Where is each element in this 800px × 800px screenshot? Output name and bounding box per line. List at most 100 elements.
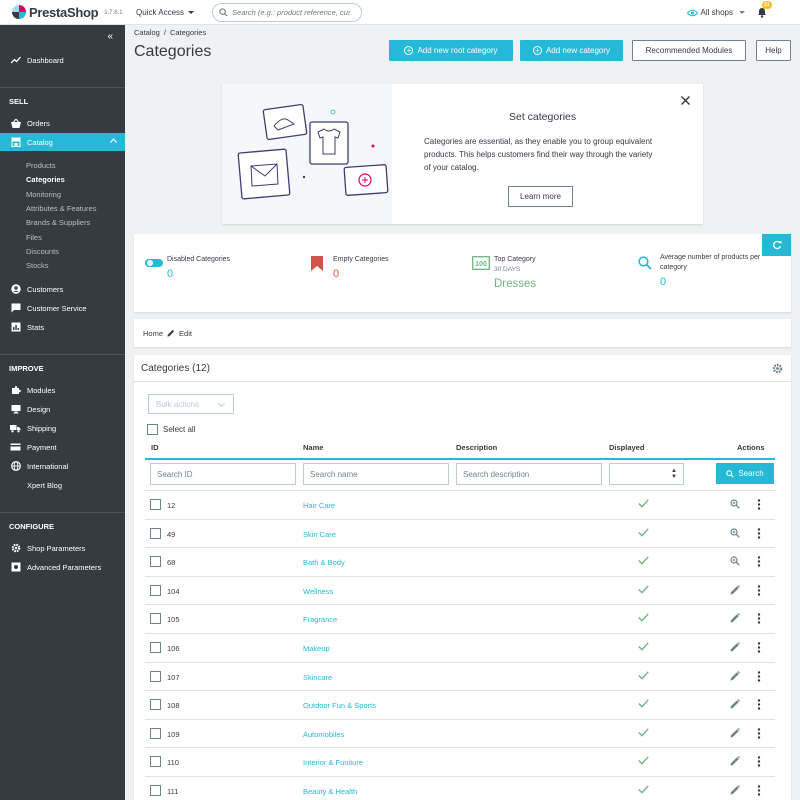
table-row[interactable]: 49 Skin Care (145, 518, 775, 548)
category-name-link[interactable]: Outdoor Fun & Sports (303, 701, 376, 710)
row-checkbox[interactable] (150, 756, 161, 768)
add-root-category-button[interactable]: + Add new root category (389, 40, 513, 61)
filter-name-input[interactable] (303, 463, 449, 485)
row-checkbox[interactable] (150, 670, 161, 682)
check-icon[interactable] (638, 728, 649, 737)
crumb-home[interactable]: Home (143, 329, 163, 338)
table-row[interactable]: 68 Bath & Body (145, 547, 775, 576)
category-name-link[interactable]: Wellness (303, 587, 333, 596)
zoom-in-icon[interactable] (730, 527, 740, 538)
zoom-in-icon[interactable] (730, 499, 740, 509)
shop-selector[interactable]: All shops (686, 8, 745, 17)
table-row[interactable]: 109 Automobiles (145, 718, 775, 748)
sidebar-item-stats[interactable]: Stats (0, 318, 125, 336)
sidebar-item-catalog[interactable]: Catalog (0, 133, 125, 151)
category-name-link[interactable]: Skincare (303, 673, 332, 682)
check-icon[interactable] (638, 785, 649, 794)
table-row[interactable]: 108 Outdoor Fun & Sports (145, 690, 775, 719)
sidebar-sub-monitoring[interactable]: Monitoring (26, 190, 61, 199)
sidebar-item-xpert-blog[interactable]: Xpert Blog (0, 476, 125, 494)
edit-pencil-icon[interactable] (730, 785, 740, 795)
select-all[interactable]: Select all (147, 424, 195, 435)
check-icon[interactable] (638, 585, 649, 594)
more-vert-icon[interactable] (757, 670, 761, 682)
sidebar-sub-attributes[interactable]: Attributes & Features (26, 204, 96, 213)
global-search[interactable] (212, 2, 363, 22)
crumb-edit[interactable]: Edit (179, 329, 192, 338)
edit-pencil-icon[interactable] (730, 699, 740, 709)
edit-pencil-icon[interactable] (730, 670, 740, 681)
recommended-modules-button[interactable]: Recommended Modules (632, 40, 746, 61)
sidebar-item-orders[interactable]: Orders (0, 114, 125, 132)
column-header-name[interactable]: Name (303, 443, 323, 452)
table-row[interactable]: 12 Hair Care (145, 490, 775, 519)
edit-pencil-icon[interactable] (730, 642, 740, 652)
more-vert-icon[interactable] (757, 527, 761, 539)
filter-id-input[interactable] (150, 463, 296, 485)
sidebar-sub-products[interactable]: Products (26, 161, 56, 170)
more-vert-icon[interactable] (757, 728, 761, 739)
brand-logo[interactable]: PrestaShop 1.7.6.1 (12, 5, 126, 20)
check-icon[interactable] (638, 756, 649, 766)
table-row[interactable]: 110 Interior & Funiture (145, 747, 775, 776)
category-name-link[interactable]: Makeup (303, 644, 330, 653)
check-icon[interactable] (638, 556, 649, 565)
more-vert-icon[interactable] (757, 785, 761, 796)
row-checkbox[interactable] (150, 642, 161, 653)
table-row[interactable]: 105 Fragrance (145, 604, 775, 633)
global-search-input[interactable] (232, 7, 351, 17)
gear-icon[interactable] (772, 363, 783, 374)
collapse-sidebar-icon[interactable]: « (107, 31, 113, 42)
filter-description-input[interactable] (456, 463, 602, 485)
sidebar-item-international[interactable]: International (0, 457, 125, 475)
more-vert-icon[interactable] (757, 499, 761, 510)
more-vert-icon[interactable] (757, 556, 761, 567)
add-category-button[interactable]: + Add new category (520, 40, 623, 61)
sidebar-item-payment[interactable]: Payment (0, 438, 125, 456)
more-vert-icon[interactable] (757, 642, 761, 653)
sidebar-item-dashboard[interactable]: Dashboard (0, 51, 125, 69)
table-row[interactable]: 106 Makeup (145, 633, 775, 662)
row-checkbox[interactable] (150, 556, 161, 568)
zoom-in-icon[interactable] (730, 556, 740, 566)
column-header-description[interactable]: Description (456, 443, 497, 452)
more-vert-icon[interactable] (757, 585, 761, 596)
sidebar-item-shop-parameters[interactable]: Shop Parameters (0, 539, 125, 557)
row-checkbox[interactable] (150, 499, 161, 510)
table-row[interactable]: 104 Wellness (145, 575, 775, 605)
sidebar-item-customer-service[interactable]: Customer Service (0, 299, 125, 317)
sidebar-item-advanced-parameters[interactable]: Advanced Parameters (0, 558, 125, 576)
column-header-displayed[interactable]: Displayed (609, 443, 644, 452)
sidebar-item-customers[interactable]: Customers (0, 280, 125, 298)
edit-pencil-icon[interactable] (730, 584, 740, 595)
category-name-link[interactable]: Beauty & Health (303, 787, 357, 796)
table-row[interactable]: 111 Beauty & Health (145, 776, 775, 800)
category-name-link[interactable]: Fragrance (303, 615, 337, 624)
notifications-button[interactable]: 31 (757, 1, 772, 18)
edit-pencil-icon[interactable] (730, 727, 740, 738)
quick-access-dropdown[interactable]: Quick Access (136, 8, 195, 17)
more-vert-icon[interactable] (757, 756, 761, 768)
row-checkbox[interactable] (150, 584, 161, 596)
row-checkbox[interactable] (150, 527, 161, 539)
sidebar-sub-categories[interactable]: Categories (26, 175, 65, 184)
edit-pencil-icon[interactable] (730, 613, 740, 623)
sidebar-sub-discounts[interactable]: Discounts (26, 247, 59, 256)
column-header-id[interactable]: ID (151, 443, 159, 452)
bulk-actions-dropdown[interactable]: Bulk actions (148, 394, 234, 414)
check-icon[interactable] (638, 527, 649, 537)
close-icon[interactable] (681, 96, 690, 105)
category-name-link[interactable]: Skin Care (303, 530, 336, 539)
refresh-kpi-button[interactable] (762, 234, 791, 256)
sidebar-sub-stocks[interactable]: Stocks (26, 261, 49, 270)
more-vert-icon[interactable] (757, 613, 761, 625)
row-checkbox[interactable] (150, 613, 161, 625)
category-name-link[interactable]: Bath & Body (303, 558, 345, 567)
row-checkbox[interactable] (150, 699, 161, 711)
row-checkbox[interactable] (150, 727, 161, 739)
sidebar-sub-brands[interactable]: Brands & Suppliers (26, 218, 90, 227)
check-icon[interactable] (638, 699, 649, 708)
select-all-checkbox[interactable] (147, 424, 158, 435)
category-name-link[interactable]: Interior & Funiture (303, 758, 363, 767)
category-name-link[interactable]: Automobiles (303, 730, 344, 739)
